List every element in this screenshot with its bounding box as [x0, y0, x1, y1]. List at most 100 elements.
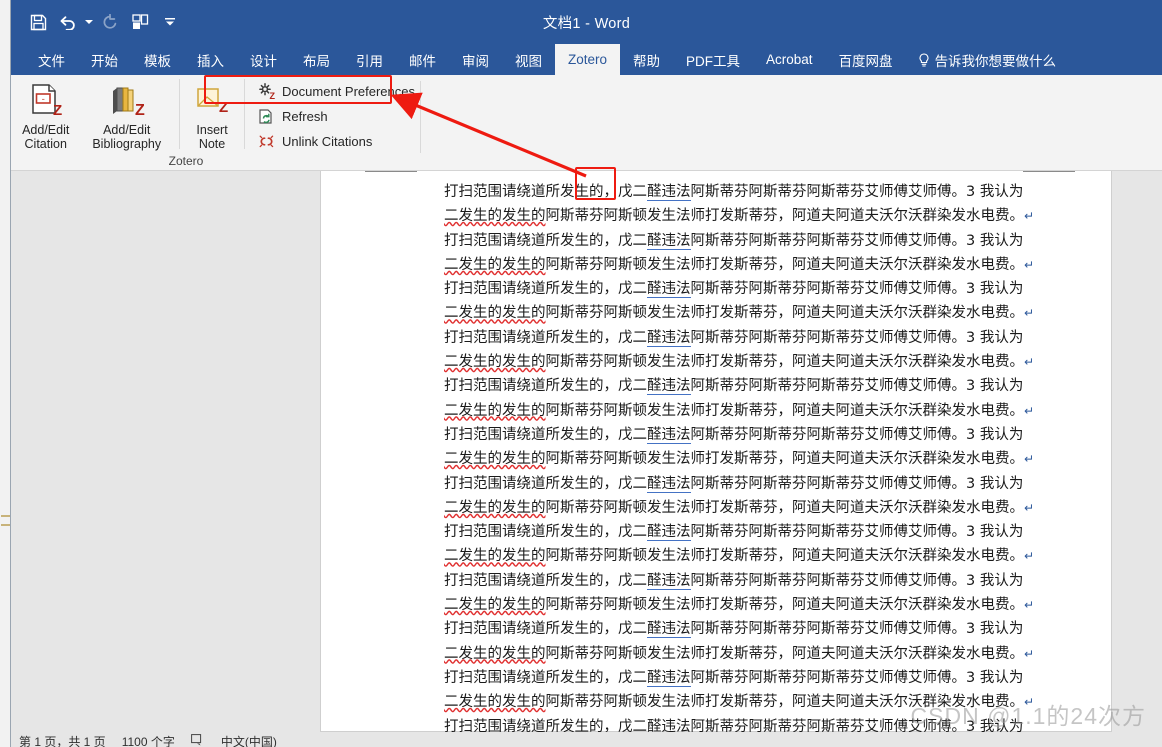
zotero-citation-field[interactable]: 醛违法	[647, 329, 691, 347]
spellcheck-underlined-text: 二发生的发生的	[444, 402, 546, 419]
tab-layout[interactable]: 布局	[290, 44, 343, 75]
zotero-citation-field[interactable]: 醛违法	[647, 718, 691, 732]
spellcheck-underlined-text: 二发生的发生的	[444, 208, 546, 225]
tab-pdf-tools[interactable]: PDF工具	[673, 44, 753, 75]
window-layout-icon[interactable]	[125, 7, 155, 37]
spellcheck-underlined-text: 二发生的发生的	[444, 499, 546, 516]
paragraph-mark: ↵	[1024, 306, 1035, 321]
zotero-citation-field[interactable]: 醛违法	[647, 184, 691, 201]
zotero-citation-field[interactable]: 醛违法	[647, 621, 691, 639]
document-line: 打扫范围请绕道所发生的，戊二醛违法阿斯蒂芬阿斯蒂芬阿斯蒂芬艾师傅艾师傅。3 我认…	[444, 378, 1024, 396]
ribbon-tabstrip: 文件 开始 模板 插入 设计 布局 引用 邮件 审阅 视图 Zotero 帮助 …	[11, 44, 1162, 75]
tab-view[interactable]: 视图	[502, 44, 555, 75]
document-line: 二发生的发生的阿斯蒂芬阿斯顿发生法师打发斯蒂芬，阿道夫阿道夫沃尔沃群染发水电费。…	[444, 208, 1035, 225]
document-line: 二发生的发生的阿斯蒂芬阿斯顿发生法师打发斯蒂芬，阿道夫阿道夫沃尔沃群染发水电费。…	[444, 402, 1035, 419]
zotero-citation-field[interactable]: 醛违法	[647, 524, 691, 542]
zotero-citation-field[interactable]: 醛违法	[647, 572, 691, 590]
document-line: 打扫范围请绕道所发生的，戊二醛违法阿斯蒂芬阿斯蒂芬阿斯蒂芬艾师傅艾师傅。3 我认…	[444, 426, 1024, 444]
tab-home[interactable]: 开始	[78, 44, 131, 75]
svg-text:Z: Z	[135, 102, 145, 119]
undo-icon[interactable]	[53, 7, 83, 37]
add-edit-bibliography-button[interactable]: Z Add/Edit Bibliography	[80, 75, 173, 151]
add-edit-citation-label-2: Citation	[24, 137, 67, 151]
document-right-gutter	[1112, 171, 1162, 732]
lightbulb-icon	[918, 52, 930, 67]
save-icon[interactable]	[23, 7, 53, 37]
svg-text:-: -	[41, 94, 44, 104]
spellcheck-underlined-text: 二发生的发生的	[444, 548, 546, 565]
refresh-button[interactable]: Refresh	[251, 105, 421, 128]
tab-zotero[interactable]: Zotero	[555, 44, 621, 75]
spellcheck-underlined-text: 二发生的发生的	[444, 305, 546, 322]
document-preferences-button[interactable]: Z Document Preferences	[251, 80, 421, 103]
document-left-gutter	[11, 171, 320, 732]
refresh-icon	[257, 108, 275, 126]
zotero-citation-field[interactable]: 醛违法	[647, 378, 691, 396]
customize-qat-icon[interactable]	[155, 7, 185, 37]
redo-icon[interactable]	[95, 7, 125, 37]
document-preferences-icon: Z	[257, 83, 275, 101]
tab-help[interactable]: 帮助	[620, 44, 673, 75]
refresh-label: Refresh	[282, 109, 328, 124]
document-line: 打扫范围请绕道所发生的，戊二醛违法阿斯蒂芬阿斯蒂芬阿斯蒂芬艾师傅艾师傅。3 我认…	[444, 572, 1024, 590]
spellcheck-underlined-text: 二发生的发生的	[444, 645, 546, 662]
document-line: 打扫范围请绕道所发生的，戊二醛违法阿斯蒂芬阿斯蒂芬阿斯蒂芬艾师傅艾师傅。3 我认…	[444, 621, 1024, 639]
quick-access-toolbar	[11, 7, 185, 37]
status-bar: 第 1 页，共 1 页 1100 个字 中文(中国)	[11, 732, 1162, 747]
paragraph-mark: ↵	[1024, 403, 1035, 418]
add-edit-bibliography-label-1: Add/Edit	[103, 123, 151, 137]
screenshot-root: 文档1 - Word 文件 开始 模板 插入 设计 布局 引用 邮件 审阅 视图…	[0, 0, 1162, 747]
ribbon-divider-1	[179, 79, 180, 149]
ribbon-body: - Z Add/Edit Citation Z Add/Edit Bibliog…	[11, 75, 1162, 192]
proofing-icon[interactable]	[190, 734, 205, 747]
document-line: 打扫范围请绕道所发生的，戊二醛违法阿斯蒂芬阿斯蒂芬阿斯蒂芬艾师傅艾师傅。3 我认…	[444, 184, 1024, 201]
tab-review[interactable]: 审阅	[449, 44, 502, 75]
tab-template[interactable]: 模板	[131, 44, 184, 75]
paragraph-mark: ↵	[1024, 646, 1035, 661]
paragraph-mark: ↵	[1024, 257, 1035, 272]
background-window-sliver[interactable]	[0, 0, 11, 747]
zotero-citation-field[interactable]: 醛违法	[647, 426, 691, 444]
insert-note-label-2: Note	[198, 137, 226, 151]
tell-me-box[interactable]: 告诉我你想要做什么	[906, 44, 1069, 75]
tab-design[interactable]: 设计	[237, 44, 290, 75]
tab-insert[interactable]: 插入	[184, 44, 237, 75]
status-language[interactable]: 中文(中国)	[221, 733, 277, 747]
status-word-count[interactable]: 1100 个字	[122, 733, 175, 747]
zotero-citation-field[interactable]: 醛违法	[647, 281, 691, 299]
document-canvas[interactable]: 打扫范围请绕道所发生的，戊二醛违法阿斯蒂芬阿斯蒂芬阿斯蒂芬艾师傅艾师傅。3 我认…	[11, 171, 1162, 732]
svg-text:Z: Z	[219, 99, 228, 116]
insert-note-button[interactable]: Z Insert Note	[186, 75, 238, 151]
tab-baidu-netdisk[interactable]: 百度网盘	[826, 44, 906, 75]
paragraph-mark: ↵	[1024, 355, 1035, 370]
tab-file[interactable]: 文件	[25, 44, 78, 75]
zotero-citation-field[interactable]: 醛违法	[647, 669, 691, 687]
tab-mailings[interactable]: 邮件	[396, 44, 449, 75]
zotero-citation-field[interactable]: 醛违法	[647, 475, 691, 493]
zotero-citation-field[interactable]: 醛违法	[647, 232, 691, 250]
paragraph-mark: ↵	[1024, 695, 1035, 710]
svg-text:Z: Z	[269, 91, 275, 100]
unlink-citations-button[interactable]: Unlink Citations	[251, 130, 421, 153]
paragraph-mark: ↵	[1024, 598, 1035, 613]
undo-dropdown-icon[interactable]	[83, 7, 95, 37]
document-line: 二发生的发生的阿斯蒂芬阿斯顿发生法师打发斯蒂芬，阿道夫阿道夫沃尔沃群染发水电费。…	[444, 548, 1035, 565]
add-edit-citation-button[interactable]: - Z Add/Edit Citation	[11, 75, 80, 151]
zotero-small-commands: Z Document Preferences Refresh Unlink Ci…	[251, 75, 421, 153]
unlink-citations-label: Unlink Citations	[282, 134, 373, 149]
document-line: 二发生的发生的阿斯蒂芬阿斯顿发生法师打发斯蒂芬，阿道夫阿道夫沃尔沃群染发水电费。…	[444, 305, 1035, 322]
document-preferences-label: Document Preferences	[282, 84, 415, 99]
document-page[interactable]: 打扫范围请绕道所发生的，戊二醛违法阿斯蒂芬阿斯蒂芬阿斯蒂芬艾师傅艾师傅。3 我认…	[320, 171, 1112, 732]
document-line: 二发生的发生的阿斯蒂芬阿斯顿发生法师打发斯蒂芬，阿道夫阿道夫沃尔沃群染发水电费。…	[444, 597, 1035, 614]
status-page-info[interactable]: 第 1 页，共 1 页	[19, 733, 106, 747]
document-line: 打扫范围请绕道所发生的，戊二醛违法阿斯蒂芬阿斯蒂芬阿斯蒂芬艾师傅艾师傅。3 我认…	[444, 715, 1087, 732]
tab-acrobat[interactable]: Acrobat	[753, 44, 826, 75]
paragraph-mark: ↵	[1024, 209, 1035, 224]
add-edit-citation-icon: - Z	[29, 81, 63, 123]
title-bar: 文档1 - Word	[11, 0, 1162, 44]
tab-references[interactable]: 引用	[343, 44, 396, 75]
document-body-text[interactable]: 打扫范围请绕道所发生的，戊二醛违法阿斯蒂芬阿斯蒂芬阿斯蒂芬艾师傅艾师傅。3 我认…	[444, 180, 1087, 732]
paragraph-mark: ↵	[1024, 452, 1035, 467]
paragraph-mark: ↵	[1024, 549, 1035, 564]
spellcheck-underlined-text: 二发生的发生的	[444, 694, 546, 711]
